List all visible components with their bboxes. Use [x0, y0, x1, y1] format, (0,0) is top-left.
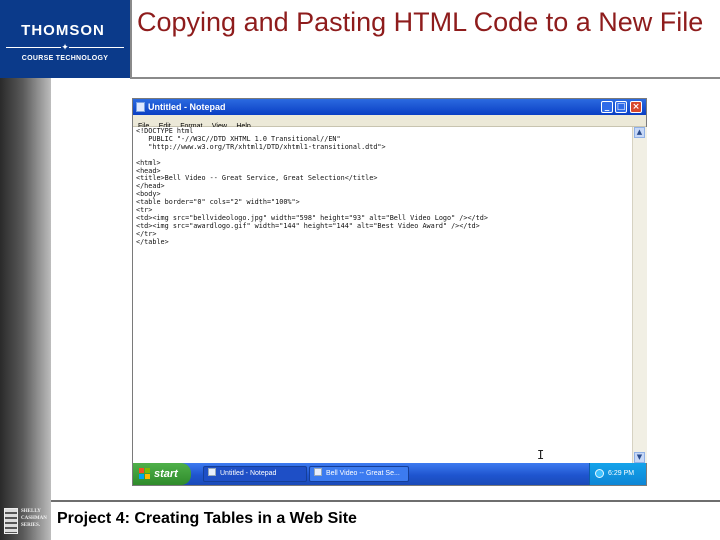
- text-ibeam-cursor-icon: I: [537, 448, 545, 462]
- system-tray: 6:29 PM: [589, 463, 646, 485]
- taskbar: start Untitled - Notepad Bell Video -- G…: [133, 463, 646, 485]
- series-book-icon: [4, 508, 18, 534]
- left-sidebar-bar: [0, 78, 51, 540]
- notepad-icon: [136, 102, 145, 112]
- clock[interactable]: 6:29 PM: [608, 467, 634, 481]
- notepad-icon: [208, 468, 216, 476]
- menu-bar: File Edit Format View Help: [133, 115, 646, 130]
- window-title: Untitled - Notepad: [148, 102, 226, 112]
- footer-text: Project 4: Creating Tables in a Web Site: [57, 510, 357, 527]
- taskbar-item-label: Bell Video -- Great Se...: [326, 470, 400, 477]
- scroll-up-icon[interactable]: ▲: [634, 127, 645, 138]
- series-logo-line: SHELLY: [21, 509, 41, 514]
- network-icon[interactable]: [595, 469, 604, 478]
- slide-title: Copying and Pasting HTML Code to a New F…: [137, 7, 704, 37]
- logo-divider: ✦: [6, 42, 124, 52]
- scroll-down-icon[interactable]: ▼: [634, 452, 645, 463]
- logo-brand-text: THOMSON: [21, 22, 105, 39]
- notepad-titlebar[interactable]: Untitled - Notepad _ □ ×: [133, 99, 646, 115]
- series-logo-text: SHELLY CASHMAN SERIES.: [21, 508, 47, 529]
- windows-flag-icon: [139, 468, 151, 480]
- browser-icon: [314, 468, 322, 476]
- shelly-cashman-series-logo: SHELLY CASHMAN SERIES.: [0, 500, 51, 540]
- notepad-window: Untitled - Notepad _ □ × File Edit Forma…: [133, 99, 647, 485]
- close-button[interactable]: ×: [630, 101, 642, 113]
- start-label: start: [154, 468, 178, 480]
- taskbar-item-notepad[interactable]: Untitled - Notepad: [203, 466, 307, 482]
- taskbar-item-label: Untitled - Notepad: [220, 470, 277, 477]
- start-button[interactable]: start: [133, 463, 191, 485]
- series-logo-line: CASHMAN: [21, 516, 47, 521]
- html-code-text: <!DOCTYPE html PUBLIC "-//W3C//DTD XHTML…: [136, 127, 488, 246]
- taskbar-item-browser[interactable]: Bell Video -- Great Se...: [309, 466, 409, 482]
- vertical-scrollbar[interactable]: ▲ ▼: [632, 127, 647, 463]
- thomson-logo: THOMSON ✦ COURSE TECHNOLOGY: [0, 0, 130, 78]
- header-divider: [130, 77, 720, 79]
- maximize-button[interactable]: □: [615, 101, 627, 113]
- logo-star-icon: ✦: [61, 42, 69, 52]
- text-editor-area[interactable]: <!DOCTYPE html PUBLIC "-//W3C//DTD XHTML…: [133, 127, 631, 463]
- minimize-button[interactable]: _: [601, 101, 613, 113]
- header-divider-vertical: [130, 0, 132, 78]
- footer-divider: [51, 500, 720, 502]
- logo-sub-text: COURSE TECHNOLOGY: [21, 55, 109, 62]
- series-logo-line: SERIES.: [21, 523, 41, 528]
